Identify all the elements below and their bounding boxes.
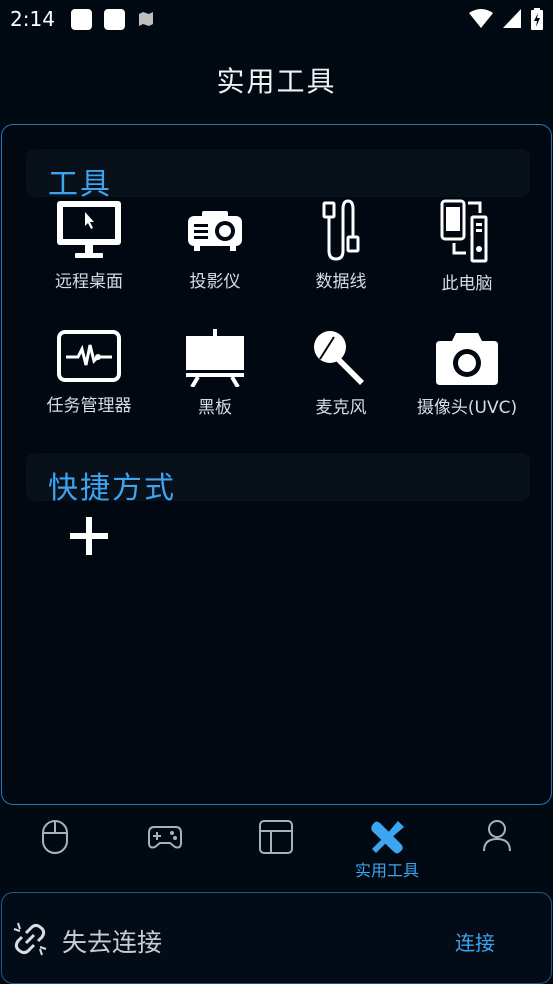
shortcuts-section-header: 快捷方式 <box>26 453 530 506</box>
shortcuts-section-title: 快捷方式 <box>48 471 176 506</box>
nav-mouse[interactable] <box>0 815 110 885</box>
broken-link-icon <box>13 922 47 956</box>
tool-label: 摄像头(UVC) <box>416 398 518 418</box>
wifi-icon <box>469 9 493 28</box>
page-title: 实用工具 <box>216 65 337 98</box>
tool-microphone[interactable]: 麦克风 <box>278 329 404 418</box>
connection-status: 失去连接 <box>62 928 163 957</box>
usb-cable-icon <box>322 199 360 261</box>
blackboard-icon <box>186 329 244 387</box>
nav-profile[interactable] <box>442 815 552 885</box>
status-time: 2:14 <box>10 7 55 31</box>
mouse-icon <box>42 820 68 854</box>
plus-icon[interactable] <box>68 515 110 557</box>
monitor-cursor-icon <box>57 201 121 258</box>
tool-label: 数据线 <box>315 272 367 292</box>
nav-gamepad[interactable] <box>110 815 220 885</box>
tool-label: 黑板 <box>198 398 232 418</box>
tool-data-cable[interactable]: 数据线 <box>278 199 404 292</box>
wrench-screwdriver-icon <box>371 821 404 854</box>
tool-label: 此电脑 <box>441 274 493 294</box>
camera-icon <box>436 333 498 385</box>
gamepad-icon <box>148 826 182 849</box>
map-icon <box>138 12 153 26</box>
battery-icon <box>531 8 543 30</box>
connection-bar: 失去连接 连接 <box>1 892 552 984</box>
tools-section-header: 工具 <box>26 149 530 202</box>
person-icon <box>483 820 511 852</box>
tool-projector[interactable]: 投影仪 <box>152 199 278 292</box>
tool-camera-uvc[interactable]: 摄像头(UVC) <box>404 329 530 418</box>
nav-layout[interactable] <box>221 815 331 885</box>
status-bar: 2:14 <box>0 0 553 38</box>
task-monitor-icon <box>57 330 121 382</box>
layout-icon <box>259 820 293 854</box>
tools-panel: 工具 远程桌面 投影仪 数据线 此电脑 任务管理器 黑板 麦克风 摄像头(UVC… <box>1 124 552 805</box>
microphone-icon <box>314 331 364 385</box>
tool-this-pc[interactable]: 此电脑 <box>404 199 530 294</box>
notification-icon <box>103 8 125 30</box>
notification-icon <box>70 8 92 30</box>
tools-section-title: 工具 <box>48 167 112 202</box>
tool-remote-desktop[interactable]: 远程桌面 <box>26 199 152 292</box>
computer-phone-icon <box>440 199 488 263</box>
tool-blackboard[interactable]: 黑板 <box>152 329 278 418</box>
signal-icon <box>503 9 521 28</box>
nav-utility-tools[interactable]: 实用工具 <box>332 815 442 885</box>
tool-label: 投影仪 <box>189 272 241 292</box>
projector-icon <box>188 211 242 251</box>
tool-task-manager[interactable]: 任务管理器 <box>26 329 152 416</box>
tool-label: 任务管理器 <box>46 396 132 416</box>
connect-button[interactable]: 连接 <box>455 927 495 956</box>
tool-label: 麦克风 <box>315 398 367 418</box>
tool-label: 远程桌面 <box>55 272 123 292</box>
nav-label: 实用工具 <box>354 861 419 880</box>
bottom-nav: 实用工具 <box>0 815 553 885</box>
